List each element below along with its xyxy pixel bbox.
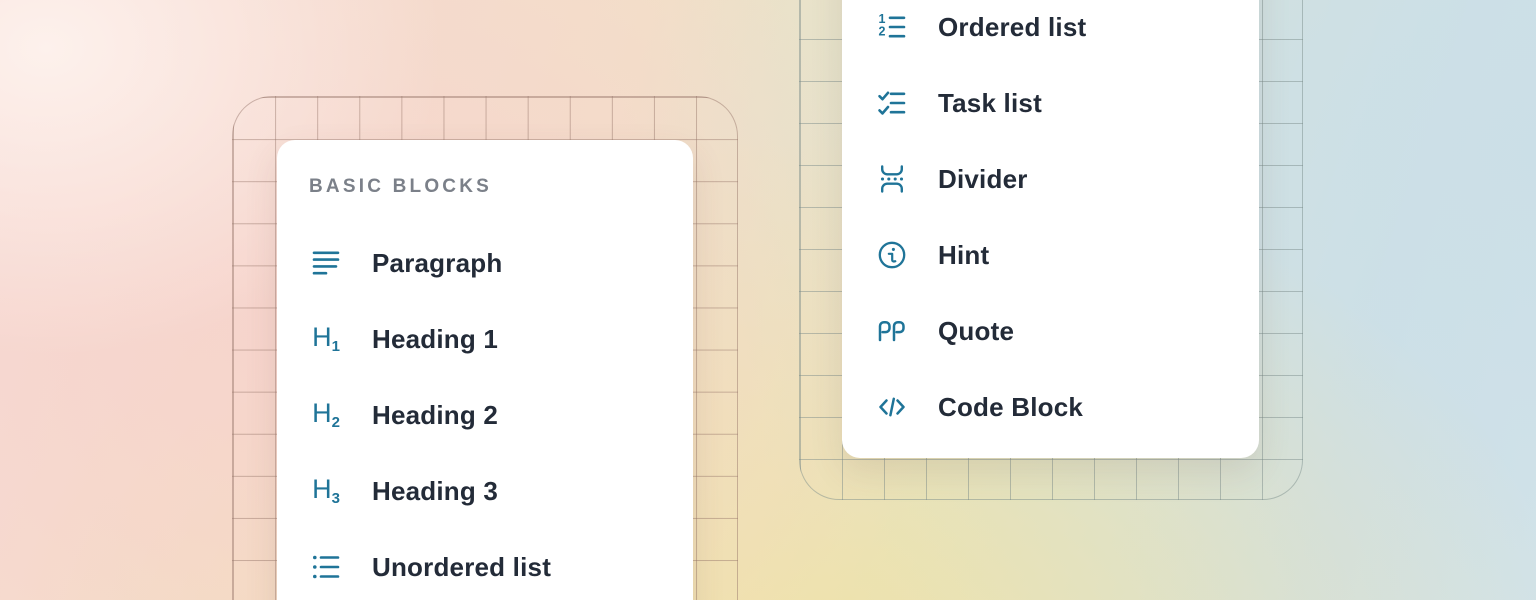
menu-item-quote[interactable]: Quote [875,293,1259,369]
svg-text:2: 2 [879,25,886,39]
divider-icon [875,162,909,196]
menu-item-label: Paragraph [372,248,502,279]
menu-item-label: Ordered list [938,12,1086,43]
menu-item-code-block[interactable]: Code Block [875,369,1259,445]
menu-item-paragraph[interactable]: Paragraph [309,225,693,301]
basic-blocks-items: Paragraph H1 Heading 1 H2 Heading 2 H3 H… [309,225,693,600]
task-list-icon [875,86,909,120]
menu-item-label: Heading 1 [372,324,498,355]
menu-item-heading-1[interactable]: H1 Heading 1 [309,301,693,377]
heading-3-icon: H3 [309,474,343,508]
menu-item-heading-3[interactable]: H3 Heading 3 [309,453,693,529]
menu-item-hint[interactable]: Hint [875,217,1259,293]
quote-icon [875,314,909,348]
basic-blocks-menu-card: BASIC BLOCKS Paragraph H1 Heading 1 H2 H… [277,140,693,600]
code-block-icon [875,390,909,424]
unordered-list-icon [309,550,343,584]
menu-item-task-list[interactable]: Task list [875,65,1259,141]
menu-item-label: Hint [938,240,989,271]
hint-icon [875,238,909,272]
menu-item-ordered-list[interactable]: 12 Ordered list [875,0,1259,65]
blocks-menu-card-continued: 12 Ordered list Task list Divider Hint Q… [842,0,1259,458]
menu-item-unordered-list[interactable]: Unordered list [309,529,693,600]
menu-item-divider[interactable]: Divider [875,141,1259,217]
more-blocks-items: 12 Ordered list Task list Divider Hint Q… [875,0,1259,445]
menu-item-label: Task list [938,88,1042,119]
menu-item-label: Heading 2 [372,400,498,431]
ordered-list-icon: 12 [875,10,909,44]
heading-2-icon: H2 [309,398,343,432]
menu-item-label: Divider [938,164,1028,195]
menu-item-label: Quote [938,316,1014,347]
menu-item-label: Unordered list [372,552,551,583]
heading-1-icon: H1 [309,322,343,356]
section-label-basic-blocks: BASIC BLOCKS [309,176,693,198]
menu-item-heading-2[interactable]: H2 Heading 2 [309,377,693,453]
paragraph-icon [309,246,343,280]
canvas: BASIC BLOCKS Paragraph H1 Heading 1 H2 H… [0,0,1536,600]
menu-item-label: Code Block [938,392,1083,423]
menu-item-label: Heading 3 [372,476,498,507]
